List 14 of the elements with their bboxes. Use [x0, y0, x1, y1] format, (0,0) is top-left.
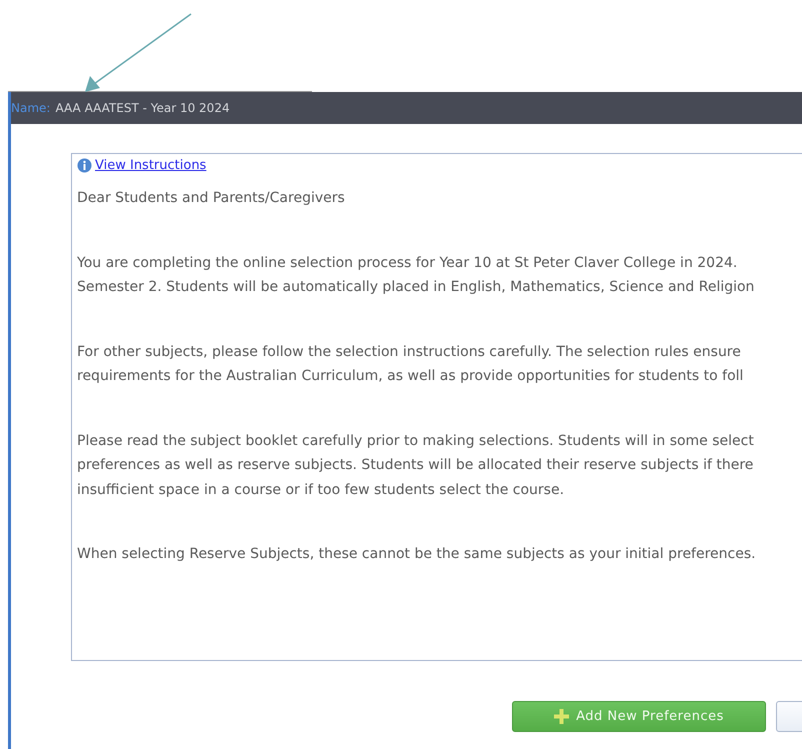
- window-title: AAA AAATEST - Year 10 2024: [55, 101, 230, 115]
- instruction-text: Semester 2. Students will be automatically placed in English, Mathematics, Science and Religion: [77, 278, 756, 297]
- instruction-text: Please read the subject booklet carefully prior to making selections. Students will in some select: [77, 432, 755, 450]
- instruction-text: Dear Students and Parents/Caregivers: [77, 189, 346, 208]
- view-instructions-link[interactable]: View Instructions: [95, 158, 206, 173]
- instruction-text: For other subjects, please follow the selection instructions carefully. The selection rules ensure: [77, 342, 742, 362]
- instruction-text: preferences as well as reserve subjects. Students will be allocated their reserve subjects if there: [77, 456, 754, 475]
- instruction-text: insufficient space in a course or if too few students select the course.: [77, 480, 566, 500]
- instruction-text: When selecting Reserve Subjects, these cannot be the same subjects as your initial preferences.: [77, 545, 757, 564]
- instruction-text: requirements for the Australian Curriculum, as well as provide opportunities for students to foll: [77, 367, 744, 386]
- name-label: Name:: [11, 101, 50, 115]
- instruction-text: You are completing the online selection process for Year 10 at St Peter Claver College in 2024.: [77, 254, 738, 272]
- info-icon: [77, 158, 92, 173]
- plus-icon: [554, 709, 570, 724]
